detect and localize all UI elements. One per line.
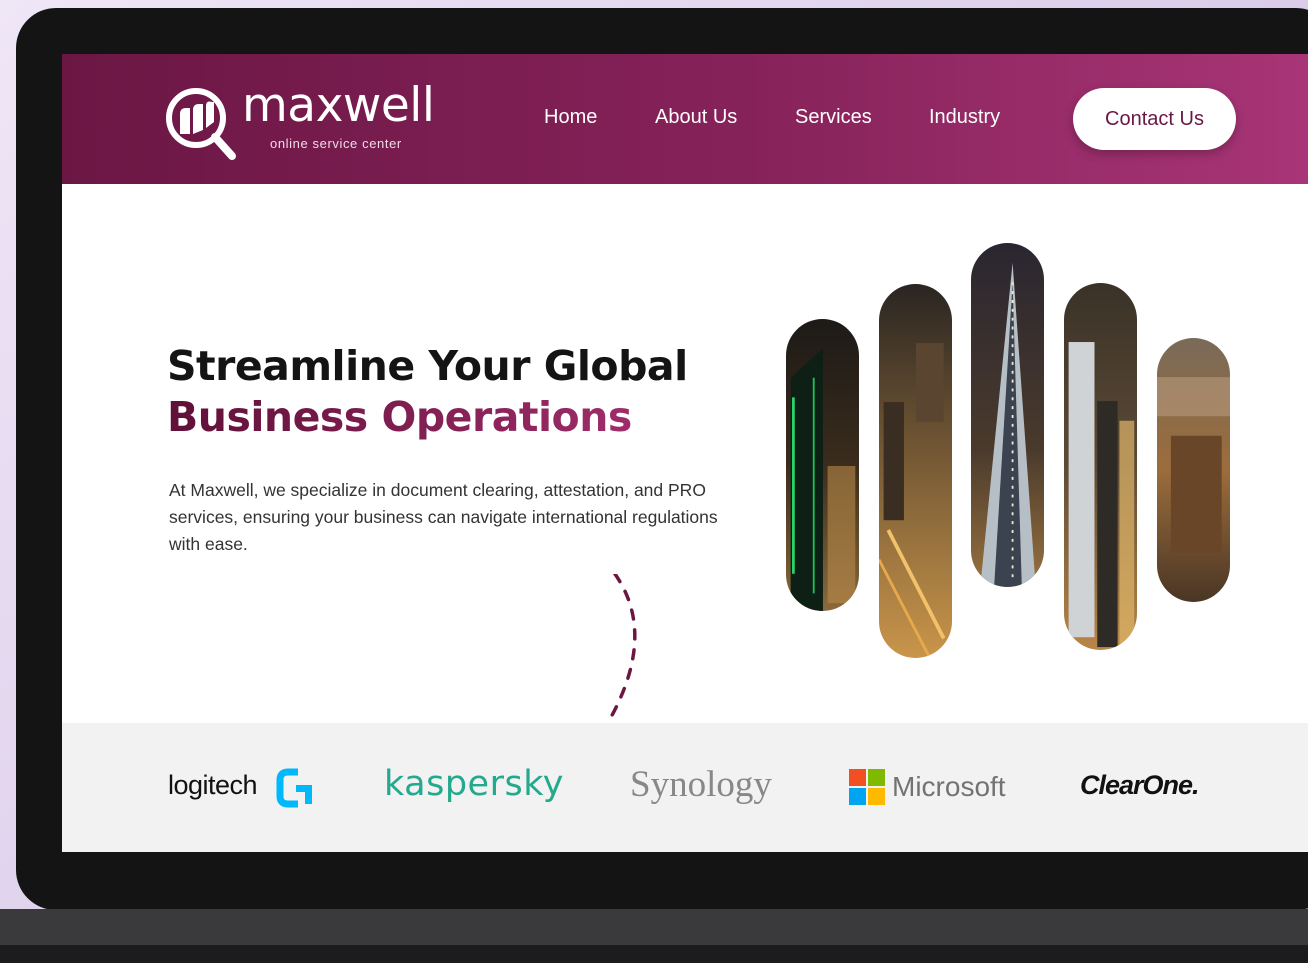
nav-services[interactable]: Services	[795, 106, 872, 129]
microsoft-squares-icon	[849, 769, 885, 805]
brand-tagline: online service center	[270, 136, 402, 151]
logitech-logo: logitech	[168, 770, 258, 800]
dashed-arc-decoration	[608, 574, 637, 721]
nav-about-us[interactable]: About Us	[655, 106, 737, 129]
laptop-base-shadow	[0, 945, 1308, 963]
hero-title-line-2: Business Operations	[167, 392, 688, 443]
laptop-base	[0, 909, 1308, 945]
kaspersky-logo: kaspersky	[384, 764, 564, 804]
brand-name: maxwell	[242, 78, 435, 133]
city-image-pill-2	[876, 281, 955, 661]
clearone-logo: ClearOne.	[1080, 770, 1200, 800]
city-image-pill-4	[1061, 280, 1140, 653]
maxwell-logo[interactable]: maxwell online service center	[162, 78, 462, 160]
navbar: maxwell online service center Home About…	[62, 54, 1308, 184]
hero-title-line-1: Streamline Your Global	[167, 342, 688, 390]
nav-industry[interactable]: Industry	[929, 106, 1000, 129]
website-screen: maxwell online service center Home About…	[62, 54, 1308, 852]
city-image-pill-1	[783, 316, 862, 614]
contact-us-button[interactable]: Contact Us	[1073, 88, 1236, 150]
city-image-pill-5	[1154, 335, 1233, 605]
microsoft-logo: Microsoft	[892, 771, 1006, 802]
logitech-g-icon	[276, 768, 312, 808]
partner-logos-strip: logitech kaspersky Synology Microsoft Cl…	[62, 723, 1308, 852]
hero-description: At Maxwell, we specialize in document cl…	[169, 480, 718, 554]
synology-logo: Synology	[630, 764, 772, 805]
city-image-pill-3	[968, 240, 1047, 590]
magnifier-logo-icon	[166, 88, 236, 160]
hero-title: Streamline Your Global Business Operatio…	[167, 341, 688, 443]
nav-home[interactable]: Home	[544, 106, 597, 129]
